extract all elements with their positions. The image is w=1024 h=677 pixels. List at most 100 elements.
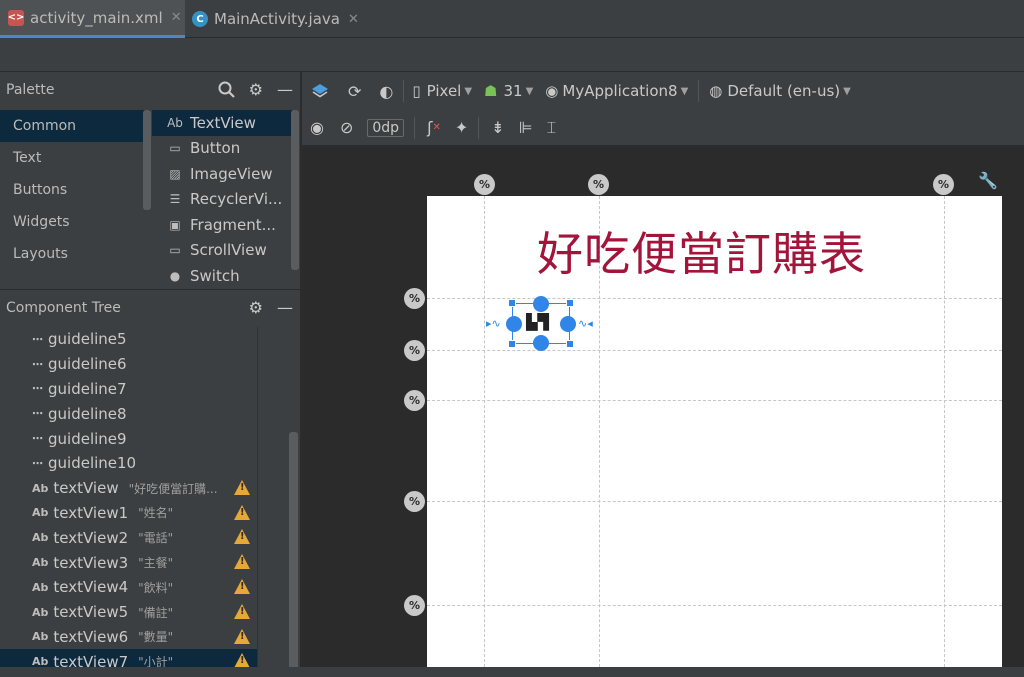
warning-icon[interactable] [234,578,250,594]
bottom-anchor-handle[interactable] [533,335,549,351]
guideline-horizontal[interactable] [427,400,1002,401]
tree-item-guideline10[interactable]: ⋯ guideline10 [0,451,290,476]
night-mode-icon[interactable]: ◐ [379,82,393,101]
tree-item-textview[interactable]: Ab textView "好吃便當訂購... [0,476,290,501]
palette-category-layouts[interactable]: Layouts [0,238,150,270]
guideline-percent-badge[interactable]: % [933,174,954,195]
categories-scrollbar[interactable] [143,110,151,210]
tab-label: activity_main.xml [30,8,163,27]
tree-item-textview1[interactable]: Ab textView1 "姓名" [0,501,290,526]
infer-constraints-icon[interactable]: ✦ [455,118,468,137]
tree-scrollbar[interactable] [289,432,298,672]
gear-icon[interactable]: ⚙ [249,80,263,99]
palette-item-textview[interactable]: Ab TextView [152,110,292,136]
tree-item-textview6[interactable]: Ab textView6 "數量" [0,625,290,650]
minimize-icon[interactable]: — [277,80,293,99]
tree-item-textview2[interactable]: Ab textView2 "電話" [0,525,290,550]
layers-icon[interactable] [310,82,330,100]
search-icon[interactable] [218,81,235,98]
close-icon[interactable]: ✕ [348,12,359,27]
tab-main-activity-java[interactable]: C MainActivity.java ✕ [192,0,372,38]
close-icon[interactable]: ✕ [171,10,182,25]
locale-dropdown[interactable]: ◍ Default (en-us) ▼ [709,82,851,100]
right-anchor-handle[interactable] [560,316,576,332]
tree-item-guideline5[interactable]: ⋯ guideline5 [0,327,290,352]
guideline-vertical[interactable] [944,196,945,667]
palette-item-fragment[interactable]: ▣ Fragment... [152,212,292,238]
tree-item-textview4[interactable]: Ab textView4 "飲料" [0,575,290,600]
guideline-percent-badge[interactable]: % [404,390,425,411]
top-anchor-handle[interactable] [533,296,549,312]
guideline-icon: ⋯ [32,407,43,421]
fragment-icon: ▣ [169,217,181,232]
api-level-dropdown[interactable]: ☗ 31 ▼ [484,82,533,100]
palette-category-text[interactable]: Text [0,142,150,174]
resize-handle[interactable] [566,299,574,307]
resize-handle[interactable] [508,299,516,307]
guideline-percent-badge[interactable]: % [588,174,609,195]
tree-item-guideline9[interactable]: ⋯ guideline9 [0,426,290,451]
device-screen[interactable]: 好吃便當訂購表 [427,196,1002,667]
tab-activity-main-xml[interactable]: <> activity_main.xml ✕ [0,0,185,38]
warning-icon[interactable] [234,554,250,570]
orientation-icon[interactable]: ⟳ [348,82,361,101]
guideline-percent-badge[interactable]: % [474,174,495,195]
tree-item-guideline7[interactable]: ⋯ guideline7 [0,377,290,402]
palette-category-common[interactable]: Common [0,110,150,142]
magnet-off-icon[interactable]: ⊘ [340,118,353,137]
view-options-icon[interactable]: ◉ [310,118,324,137]
toolbar-separator [478,116,480,139]
warning-icon[interactable] [234,504,250,520]
palette-item-imageview[interactable]: ▨ ImageView [152,161,292,187]
guideline-horizontal[interactable] [427,350,1002,351]
class-icon: C [192,11,208,27]
textview-icon: Ab [32,605,49,619]
theme-icon: ◉ [545,82,559,100]
textview-icon: Ab [32,556,49,570]
warning-icon[interactable] [234,479,250,495]
title-textview[interactable]: 好吃便當訂購表 [537,218,866,284]
tree-item-textview5[interactable]: Ab textView5 "備註" [0,600,290,625]
warning-icon[interactable] [234,529,250,545]
chevron-down-icon: ▼ [843,85,851,97]
guideline-horizontal[interactable] [427,501,1002,502]
tree-item-guideline6[interactable]: ⋯ guideline6 [0,352,290,377]
resize-handle[interactable] [566,340,574,348]
tree-item-textview3[interactable]: Ab textView3 "主餐" [0,550,290,575]
palette-item-scrollview[interactable]: ▭ ScrollView [152,238,292,264]
default-margin-field[interactable]: 0dp [367,118,405,137]
guideline-percent-badge[interactable]: % [404,340,425,361]
guideline-percent-badge[interactable]: % [404,288,425,309]
chevron-down-icon: ▼ [525,85,534,97]
selected-textview[interactable]: ▙▜ ▸∿ ∿◂ [486,296,593,351]
palette-category-buttons[interactable]: Buttons [0,174,150,206]
tree-item-guideline8[interactable]: ⋯ guideline8 [0,401,290,426]
left-panel: Palette ⚙ — Common Text Buttons Widgets … [0,72,301,677]
guideline-icon: ⋯ [32,332,43,346]
widgets-scrollbar[interactable] [291,110,299,270]
palette-item-recyclerview[interactable]: ☰ RecyclerVi... [152,187,292,213]
theme-dropdown[interactable]: ◉ MyApplication8 ▼ [545,82,688,100]
resize-handle[interactable] [508,340,516,348]
toolbar-separator [698,80,700,102]
device-dropdown[interactable]: ▯ Pixel ▼ [412,82,472,100]
minimize-icon[interactable]: — [277,298,293,317]
wrench-icon[interactable]: 🔧 [978,171,998,190]
guideline-horizontal[interactable] [427,605,1002,606]
pack-icon[interactable]: ⇟ [491,118,504,137]
guidelines-icon[interactable]: ⌶ [547,118,557,138]
align-icon[interactable]: ⊫ [519,118,533,137]
left-anchor-handle[interactable] [506,316,522,332]
palette-header: Palette ⚙ — [0,72,301,108]
palette-item-switch[interactable]: ● Switch [152,263,292,282]
clear-constraints-icon[interactable]: ʃ ✕ [427,118,441,137]
warning-icon[interactable] [234,628,250,644]
guideline-percent-badge[interactable]: % [404,595,425,616]
warning-icon[interactable] [234,603,250,619]
guideline-percent-badge[interactable]: % [404,491,425,512]
gear-icon[interactable]: ⚙ [249,298,263,317]
palette-category-widgets[interactable]: Widgets [0,206,150,238]
palette-item-button[interactable]: ▭ Button [152,136,292,162]
guideline-vertical[interactable] [484,196,485,667]
editor-mode-strip [0,38,1024,72]
